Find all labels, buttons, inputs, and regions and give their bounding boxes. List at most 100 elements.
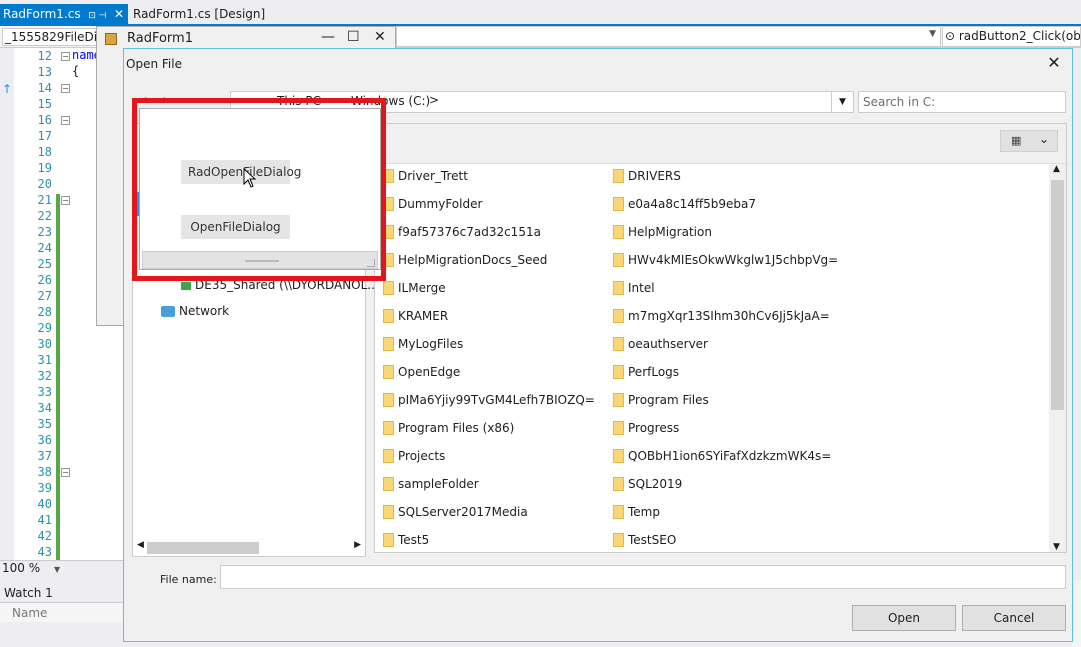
zoom-indicator[interactable]: 100 % ▼ [0, 560, 124, 576]
address-segment-drive[interactable]: Windows (C:) [351, 94, 430, 108]
folder-icon [613, 448, 624, 463]
scrollbar-thumb[interactable] [1051, 180, 1064, 410]
line-number: 36 [37, 433, 52, 447]
line-number: 22 [37, 209, 52, 223]
watch-title: Watch 1 [4, 586, 53, 600]
scroll-up-icon[interactable]: ▲ [1053, 164, 1060, 174]
file-list-pane[interactable]: ▦ ⌄ Driver_Trett DummyFolder f9af57376c7ad… [374, 123, 1067, 553]
folder-icon [383, 448, 394, 463]
tab-label: RadForm1.cs [3, 7, 81, 21]
line-number: 34 [37, 401, 52, 415]
folder-name: OpenEdge [398, 365, 461, 379]
folder-item[interactable]: sampleFolder [383, 475, 479, 493]
tab-radform1-cs[interactable]: RadForm1.cs ⊡ ⊣ ✕ [0, 4, 128, 26]
folder-item[interactable]: TestSEO [613, 531, 676, 549]
line-number: 27 [37, 289, 52, 303]
folder-item[interactable]: f9af57376c7ad32c151a [383, 223, 541, 241]
mouse-cursor-icon [243, 168, 257, 188]
line-number: 15 [37, 97, 52, 111]
fold-toggle-icon[interactable]: − [61, 196, 70, 205]
search-input[interactable]: Search in C: [858, 91, 1066, 113]
member-combo[interactable]: ▼ [396, 26, 941, 47]
line-number: 33 [37, 385, 52, 399]
scroll-left-icon[interactable]: ◀ [137, 540, 144, 550]
change-marker [56, 194, 60, 560]
search-placeholder: Search in C: [863, 95, 936, 109]
folder-name: Driver_Trett [398, 169, 468, 183]
folder-item[interactable]: HelpMigrationDocs_Seed [383, 251, 547, 269]
folder-item[interactable]: HelpMigration [613, 223, 712, 241]
pin-icon[interactable]: ⊡ ⊣ [88, 6, 106, 26]
view-mode-button[interactable]: ▦ ⌄ [1000, 130, 1058, 152]
folder-item[interactable]: KRAMER [383, 307, 448, 325]
folder-icon [613, 364, 624, 379]
file-list-vertical-scrollbar[interactable]: ▲ ▼ [1049, 164, 1066, 552]
scroll-right-icon[interactable]: ▶ [354, 540, 361, 550]
type-combo[interactable]: _1555829FileDi [2, 28, 98, 46]
folder-item[interactable]: QOBbH1ion6SYiFafXdzkzmWK4s= [613, 447, 831, 465]
tree-horizontal-scrollbar[interactable]: ◀ ▶ [133, 538, 365, 556]
line-number: 17 [37, 129, 52, 143]
fold-toggle-icon[interactable]: − [61, 84, 70, 93]
folder-item[interactable]: Test5 [383, 531, 429, 549]
network-icon [161, 306, 175, 317]
fold-toggle-icon[interactable]: − [61, 52, 70, 61]
folder-item[interactable]: Progress [613, 419, 679, 437]
back-icon[interactable]: < [138, 93, 148, 107]
address-segment-this-pc[interactable]: This PC [277, 94, 321, 108]
folder-item[interactable]: oeauthserver [613, 335, 708, 353]
tree-item-label: DE35_Shared (\\DYORDANOL... [195, 278, 379, 292]
folder-item[interactable]: Temp [613, 503, 660, 521]
line-number: 43 [37, 545, 52, 559]
folder-icon [383, 280, 394, 295]
chevron-down-icon: ▼ [929, 29, 936, 39]
folder-name: pIMa6Yjiy99TvGM4Lefh7BIOZQ= [398, 393, 595, 407]
close-icon[interactable]: ✕ [114, 4, 124, 24]
tree-item-shared-drive[interactable]: DE35_Shared (\\DYORDANOL... [181, 278, 379, 292]
folder-item[interactable]: Driver_Trett [383, 167, 468, 185]
fold-toggle-icon[interactable]: − [61, 468, 70, 477]
forward-icon[interactable]: > [162, 93, 172, 107]
fold-toggle-icon[interactable]: − [61, 116, 70, 125]
open-file-dialog-button[interactable]: OpenFileDialog [181, 215, 290, 239]
tab-radform1-design[interactable]: RadForm1.cs [Design] 🔒 [130, 4, 270, 26]
folder-item[interactable]: DummyFolder [383, 195, 482, 213]
folder-item[interactable]: e0a4a8c14ff5b9eba7 [613, 195, 756, 213]
cancel-button[interactable]: Cancel [962, 605, 1066, 631]
scroll-down-icon[interactable]: ▼ [1053, 542, 1060, 552]
folder-icon [383, 420, 394, 435]
folder-item[interactable]: pIMa6Yjiy99TvGM4Lefh7BIOZQ= [383, 391, 595, 409]
scrollbar-thumb[interactable] [147, 542, 259, 554]
folder-icon [613, 308, 624, 323]
folder-item[interactable]: SQLServer2017Media [383, 503, 528, 521]
folder-icon [613, 224, 624, 239]
tree-item-network[interactable]: Network [161, 304, 229, 318]
folder-name: DRIVERS [628, 169, 681, 183]
minimize-icon[interactable]: — [321, 29, 335, 45]
zoom-level: 100 % [2, 561, 41, 575]
folder-item[interactable]: Projects [383, 447, 445, 465]
resize-grip-icon[interactable] [367, 259, 375, 267]
folder-item[interactable]: ILMerge [383, 279, 446, 297]
address-dropdown-button[interactable]: ▼ [831, 92, 853, 112]
folder-item[interactable]: m7mgXqr13SIhm30hCv6Jj5kJaA= [613, 307, 830, 325]
file-name-input[interactable] [220, 565, 1066, 589]
folder-name: Progress [628, 421, 680, 435]
folder-item[interactable]: MyLogFiles [383, 335, 463, 353]
folder-item[interactable]: PerfLogs [613, 363, 679, 381]
chevron-right-icon[interactable]: > [429, 93, 439, 107]
close-icon[interactable]: ✕ [374, 29, 386, 45]
folder-item[interactable]: Program Files (x86) [383, 419, 514, 437]
method-combo[interactable]: ⊙ radButton2_Click(obje [942, 26, 1081, 47]
rad-open-file-dialog-button[interactable]: RadOpenFileDialog [181, 160, 301, 184]
folder-item[interactable]: HWv4kMIEsOkwWkglw1J5chbpVg= [613, 251, 838, 269]
folder-name: e0a4a8c14ff5b9eba7 [628, 197, 757, 211]
maximize-icon[interactable]: ☐ [347, 29, 360, 45]
folder-item[interactable]: OpenEdge [383, 363, 460, 381]
folder-item[interactable]: SQL2019 [613, 475, 682, 493]
folder-item[interactable]: DRIVERS [613, 167, 681, 185]
folder-item[interactable]: Program Files [613, 391, 709, 409]
dialog-close-button[interactable]: ✕ [1044, 53, 1064, 73]
folder-item[interactable]: Intel [613, 279, 655, 297]
open-button[interactable]: Open [852, 605, 956, 631]
